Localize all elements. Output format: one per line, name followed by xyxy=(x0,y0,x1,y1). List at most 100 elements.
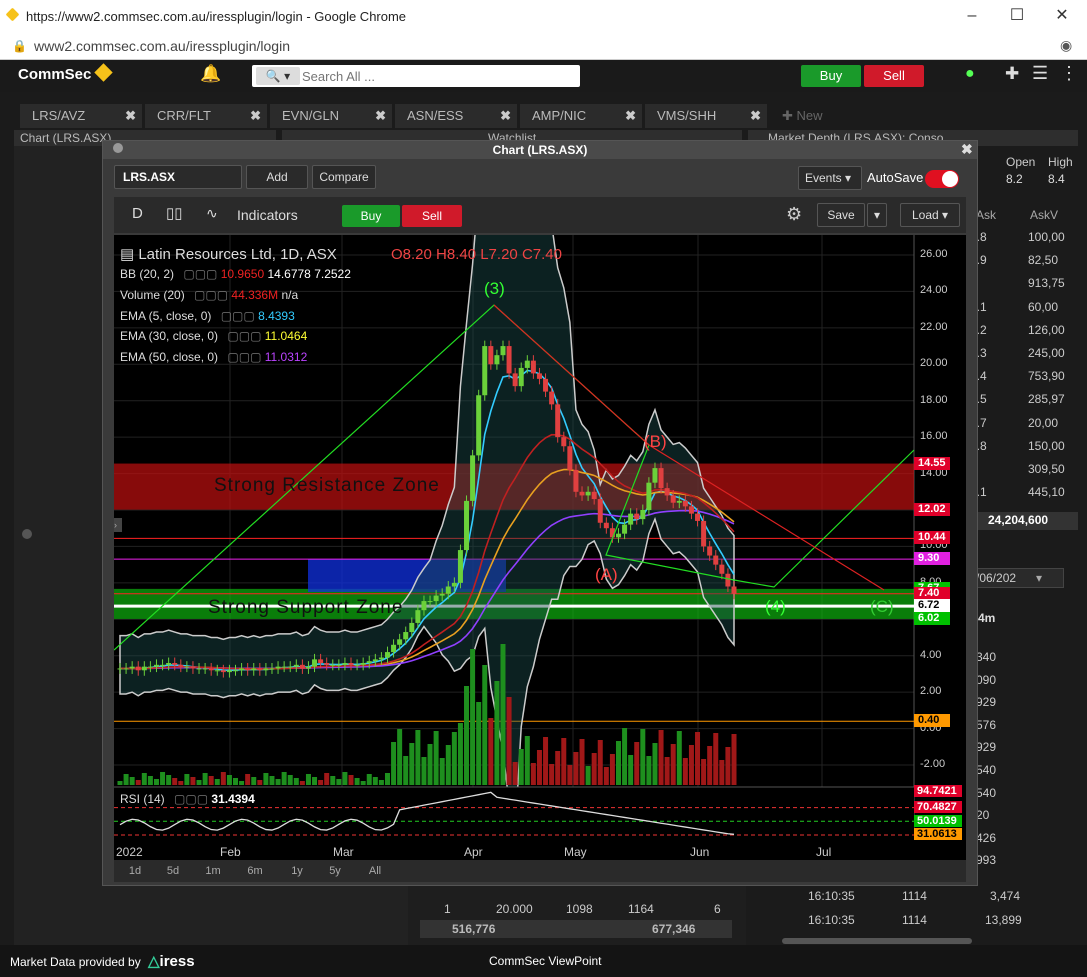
depth-scrollbar[interactable] xyxy=(782,938,972,944)
tab-close-icon[interactable]: ✖ xyxy=(625,104,636,128)
volume-bar xyxy=(457,723,463,785)
tab-evn-gln[interactable]: EVN/GLN ✖ xyxy=(270,104,392,128)
period-1d-button[interactable]: 1d xyxy=(122,863,148,879)
price-chart-svg[interactable] xyxy=(114,235,966,840)
tab-amp-nic[interactable]: AMP/NIC ✖ xyxy=(520,104,642,128)
chart-sell-button[interactable]: Sell xyxy=(402,205,462,227)
resistance-zone-label: Strong Resistance Zone xyxy=(214,475,440,496)
save-button[interactable]: Save xyxy=(817,203,865,227)
volume-bar xyxy=(178,781,184,785)
tab-lrs-avz[interactable]: LRS/AVZ ✖ xyxy=(20,104,142,128)
symbol-input[interactable]: LRS.ASX xyxy=(114,165,242,189)
candle xyxy=(725,573,731,587)
course-row-value: 929 xyxy=(976,695,997,710)
save-dropdown-icon[interactable]: ▾ xyxy=(867,203,887,227)
settings-gear-icon[interactable]: ⚙ xyxy=(786,204,802,225)
candle xyxy=(567,446,573,470)
tab-close-icon[interactable]: ✖ xyxy=(375,104,386,128)
plus-icon[interactable]: ✚ xyxy=(1005,64,1019,84)
tab-close-icon[interactable]: ✖ xyxy=(250,104,261,128)
menu-icon[interactable]: ☰ xyxy=(1032,63,1048,84)
tab-crr-flt[interactable]: CRR/FLT ✖ xyxy=(145,104,267,128)
depth-open-label: Open xyxy=(1006,155,1036,169)
header-sell-button[interactable]: Sell xyxy=(864,65,924,87)
window-dot-icon xyxy=(113,143,123,153)
bulb-icon[interactable]: ● xyxy=(965,65,975,83)
chart-close-icon[interactable]: ✖ xyxy=(961,141,973,158)
rsi-tag: 70.4827 xyxy=(914,801,962,814)
candle xyxy=(603,522,609,529)
volume-bar xyxy=(573,752,579,785)
candle xyxy=(500,346,506,356)
candle xyxy=(281,666,287,668)
price-axis-label: 24.00 xyxy=(920,284,948,297)
volume-bar xyxy=(293,778,299,785)
eye-icon[interactable]: ◉ xyxy=(1060,37,1072,54)
search-input[interactable] xyxy=(302,67,572,85)
volume-bar xyxy=(305,774,311,785)
chart-buy-button[interactable]: Buy xyxy=(342,205,400,227)
volume-bar xyxy=(372,777,378,785)
load-dropdown[interactable]: Load ▾ xyxy=(900,203,960,227)
candle xyxy=(123,668,129,670)
date-dropdown-icon[interactable]: ▾ xyxy=(1036,571,1042,585)
header-buy-button[interactable]: Buy xyxy=(801,65,861,87)
url-text[interactable]: www2.commsec.com.au/iressplugin/login xyxy=(34,38,290,54)
course-row-value: 340 xyxy=(976,650,997,664)
depth-ask-volume: 126,00 xyxy=(1028,322,1065,337)
volume-bar xyxy=(403,756,409,785)
price-chart[interactable]: ▤ Latin Resources Ltd, 1D, ASX O8.20 H8.… xyxy=(114,235,966,840)
compare-button[interactable]: Compare xyxy=(312,165,376,189)
volume-bar xyxy=(330,776,336,785)
drag-handle[interactable] xyxy=(22,529,32,539)
candle xyxy=(293,664,299,667)
tab-close-icon[interactable]: ✖ xyxy=(500,104,511,128)
new-tab-button[interactable]: ✚ New xyxy=(770,104,830,128)
depth-high-label: High xyxy=(1048,155,1073,169)
period-1y-button[interactable]: 1y xyxy=(284,863,310,879)
volume-bar xyxy=(342,772,348,785)
candle xyxy=(464,500,470,551)
add-button[interactable]: Add xyxy=(246,165,308,189)
candle xyxy=(135,666,141,671)
tab-vms-shh[interactable]: VMS/SHH ✖ xyxy=(645,104,767,128)
minimize-icon[interactable]: – xyxy=(962,6,982,26)
indicators-button[interactable]: Indicators xyxy=(237,207,298,223)
period-all-button[interactable]: All xyxy=(362,863,388,879)
indicators-icon[interactable]: ∿ xyxy=(206,205,218,222)
candle xyxy=(172,663,178,665)
autosave-toggle[interactable] xyxy=(925,170,959,188)
legend-high: H8.40 xyxy=(436,246,477,263)
maximize-icon[interactable]: ☐ xyxy=(1007,6,1027,26)
tab-close-icon[interactable]: ✖ xyxy=(125,104,136,128)
candle xyxy=(543,378,549,392)
period-1m-button[interactable]: 1m xyxy=(200,863,226,879)
search-icon[interactable]: 🔍 ▾ xyxy=(256,67,300,85)
bell-icon[interactable]: 🔔 xyxy=(200,64,221,84)
volume-bar xyxy=(233,778,239,785)
candle xyxy=(719,564,725,574)
candle-type-icon[interactable]: ▯▯ xyxy=(166,204,183,222)
volume-bar xyxy=(166,775,172,785)
period-5y-button[interactable]: 5y xyxy=(322,863,348,879)
close-icon[interactable]: ✕ xyxy=(1052,6,1072,26)
candle xyxy=(348,663,354,665)
volume-bar xyxy=(397,729,403,785)
x-axis-label: Jun xyxy=(690,845,710,859)
commsec-favicon-icon xyxy=(5,7,20,22)
period-button[interactable]: D xyxy=(132,205,143,222)
course-row-value: 426 xyxy=(976,830,997,845)
candle xyxy=(646,482,652,510)
viewpoint-label: CommSec ViewPoint xyxy=(489,954,602,968)
search-box[interactable]: 🔍 ▾ xyxy=(252,65,580,87)
tab-asn-ess[interactable]: ASN/ESS ✖ xyxy=(395,104,517,128)
period-6m-button[interactable]: 6m xyxy=(242,863,268,879)
period-5d-button[interactable]: 5d xyxy=(160,863,186,879)
volume-bar xyxy=(220,772,226,785)
collapse-left-icon[interactable]: › xyxy=(114,518,122,532)
address-bar[interactable]: 🔒 www2.commsec.com.au/iressplugin/login … xyxy=(0,32,1087,60)
tab-close-icon[interactable]: ✖ xyxy=(750,104,761,128)
events-dropdown[interactable]: Events ▾ xyxy=(798,166,862,190)
candle xyxy=(336,664,342,666)
more-icon[interactable]: ⋮ xyxy=(1060,63,1078,84)
